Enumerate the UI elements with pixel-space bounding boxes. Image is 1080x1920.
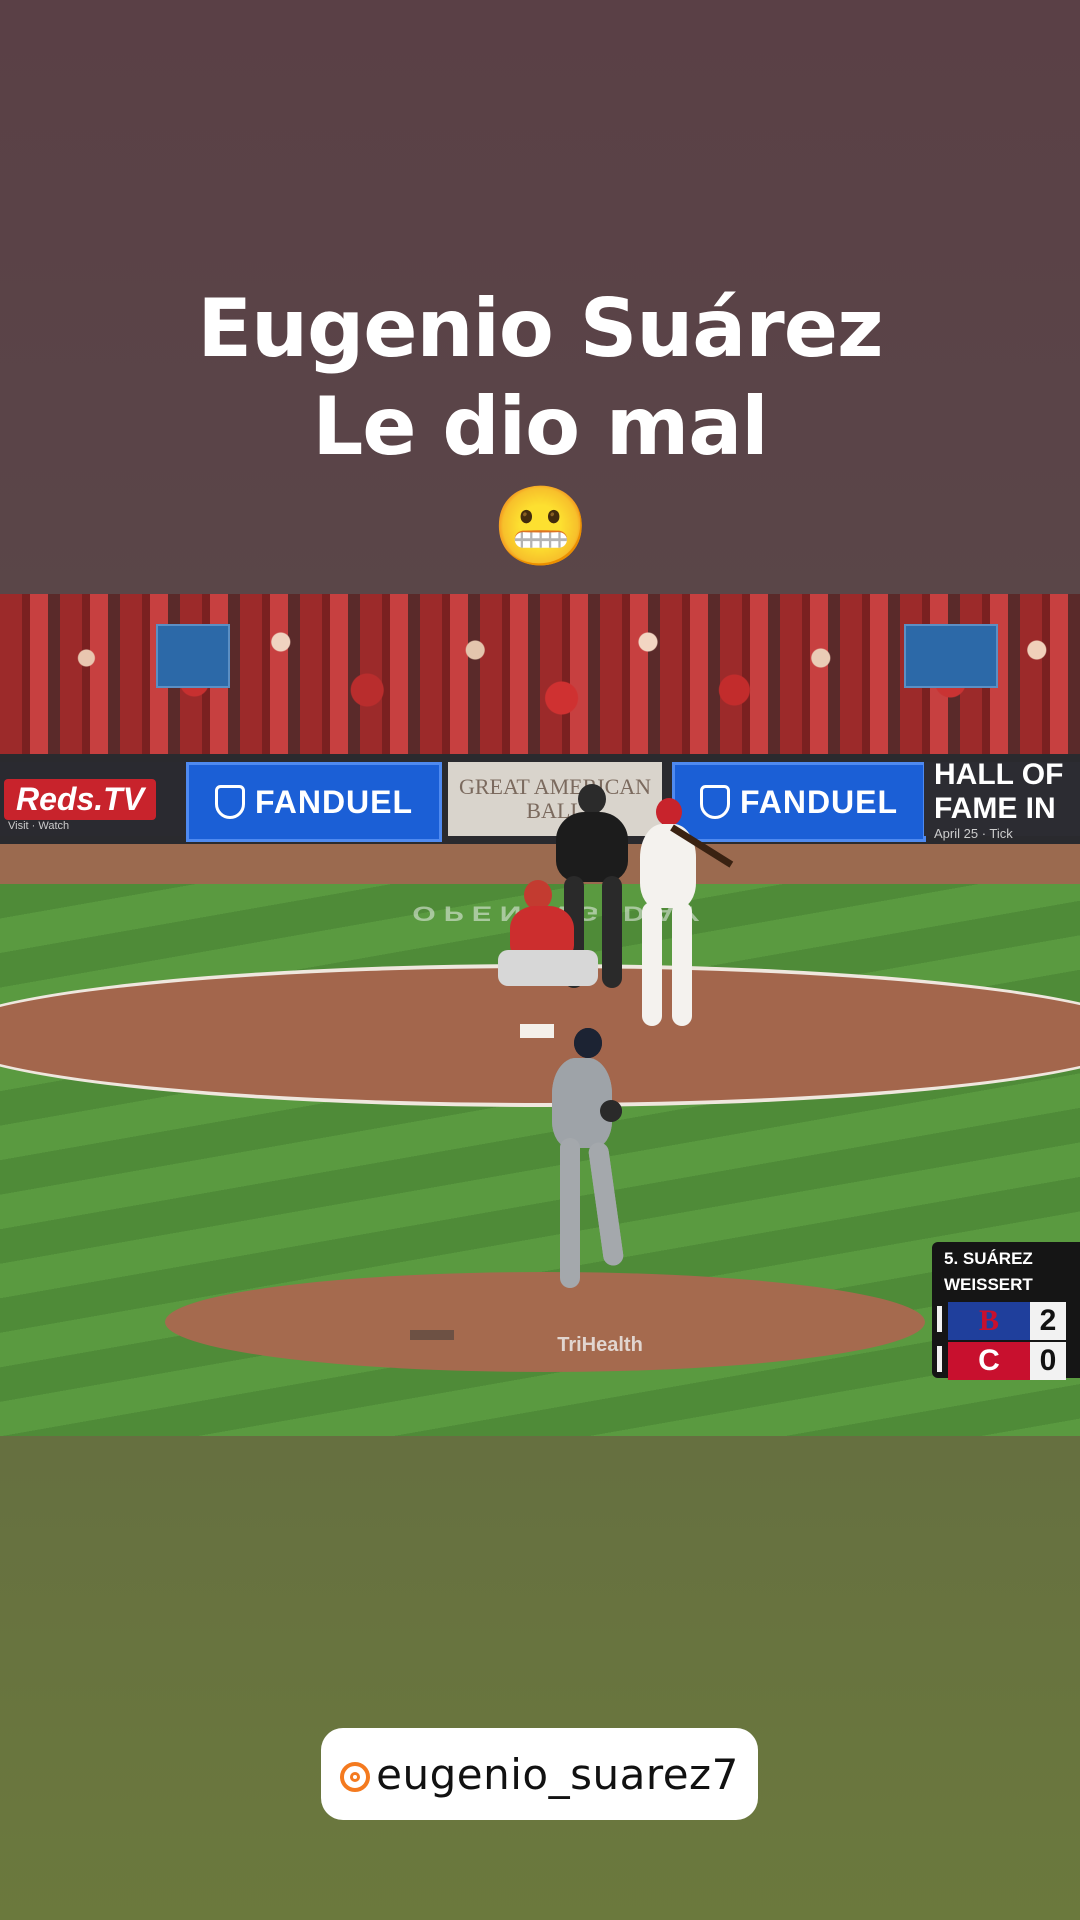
scorebug-batter: 5. SUÁREZ [944, 1249, 1033, 1268]
board-fanduel-left: FANDUEL [186, 762, 442, 842]
fanduel-label: FANDUEL [739, 783, 899, 820]
board-reds-tv: Reds.TV Visit · Watch [0, 762, 184, 836]
reds-tv-sub: Visit · Watch [8, 820, 70, 832]
threads-handle-sticker[interactable]: eugenio_suarez7 [321, 1728, 758, 1820]
story-caption: Eugenio Suárez Le dio mal 😬 [0, 280, 1080, 570]
handle-text: eugenio_suarez7 [376, 1749, 739, 1799]
board-hall-of-fame: HALL OF FAME IN April 25 · Tick [924, 758, 1080, 841]
mound-logo: TriHealth [557, 1334, 643, 1356]
fanduel-shield-icon [214, 785, 245, 819]
caption-line-text: Le dio mal [312, 380, 768, 473]
pitchers-mound [165, 1272, 925, 1372]
red-sox-logo-icon: B [948, 1302, 1030, 1340]
inning-tick [937, 1346, 942, 1372]
crowd-sign [156, 624, 230, 688]
crowd-sign [904, 624, 998, 688]
reds-logo-icon: C [948, 1342, 1030, 1380]
batter [632, 798, 734, 1030]
threads-icon [340, 1762, 371, 1792]
scorebug-home-team: C 0 [948, 1342, 1066, 1380]
warning-track [0, 844, 1080, 884]
pitching-rubber [410, 1330, 454, 1340]
reds-tv-logo: Reds.TV [4, 778, 157, 820]
pitcher-overlay [548, 1028, 648, 1296]
scorebug-away-team: B 2 [948, 1302, 1066, 1340]
hall-of-fame-label: HALL OF FAME IN [934, 757, 1064, 825]
grimacing-emoji: 😬 [491, 482, 589, 572]
hall-of-fame-sub: April 25 · Tick [934, 825, 1013, 841]
fanduel-label: FANDUEL [254, 783, 414, 820]
scorebug-pitcher: WEISSERT [944, 1275, 1033, 1294]
inning-tick [937, 1306, 942, 1332]
scorebug: 5. SUÁREZ WEISSERT B 2 C 0 [932, 1242, 1080, 1380]
away-score: 2 [1030, 1302, 1066, 1340]
catcher [498, 880, 608, 1006]
home-score: 0 [1030, 1342, 1066, 1380]
video-frame[interactable]: Reds.TV Visit · Watch FANDUEL GREAT AMER… [0, 594, 1080, 1436]
caption-line-name: Eugenio Suárez [197, 282, 883, 375]
